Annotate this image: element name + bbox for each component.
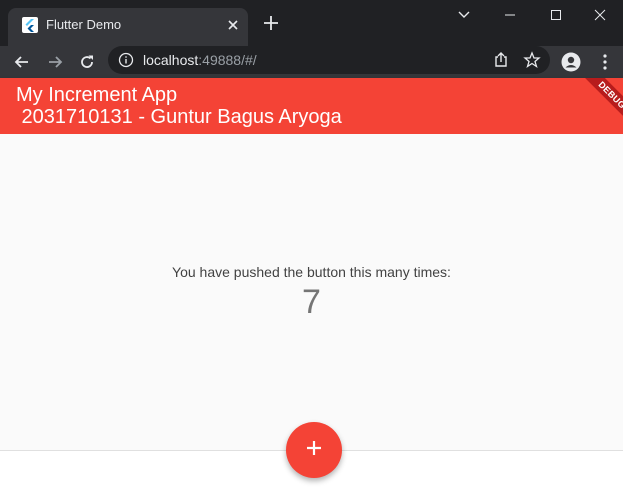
browser-tab[interactable]: Flutter Demo	[8, 8, 248, 46]
counter-value: 7	[302, 283, 321, 321]
close-window-icon[interactable]	[577, 0, 623, 30]
url-path: :49888/#/	[198, 52, 257, 68]
url-text[interactable]: localhost:49888/#/	[143, 51, 257, 69]
address-bar[interactable]: localhost:49888/#/	[108, 46, 550, 74]
browser-tab-strip: Flutter Demo	[0, 0, 623, 46]
new-tab-icon[interactable]	[260, 12, 282, 34]
add-icon	[304, 438, 324, 463]
browser-toolbar: localhost:49888/#/	[0, 46, 623, 78]
maximize-icon[interactable]	[533, 0, 579, 30]
minimize-icon[interactable]	[487, 0, 533, 30]
app-bar: My Increment App 2031710131 - Guntur Bag…	[0, 78, 623, 134]
reload-icon[interactable]	[75, 50, 99, 74]
tab-search-chevron-icon[interactable]	[441, 0, 487, 30]
info-icon[interactable]	[118, 52, 134, 68]
app-title: My Increment App 2031710131 - Guntur Bag…	[16, 84, 342, 128]
close-tab-icon[interactable]	[224, 16, 242, 34]
url-host: localhost	[143, 52, 199, 68]
profile-avatar-icon[interactable]	[559, 50, 583, 74]
back-arrow-icon[interactable]	[10, 50, 34, 74]
more-menu-icon[interactable]	[593, 50, 617, 74]
bookmark-star-icon[interactable]	[523, 51, 541, 69]
debug-banner: DEBUG	[578, 78, 623, 129]
flutter-icon	[22, 17, 38, 33]
tab-title: Flutter Demo	[46, 17, 122, 32]
share-icon[interactable]	[492, 51, 510, 69]
counter-label: You have pushed the button this many tim…	[172, 264, 451, 280]
forward-arrow-icon[interactable]	[43, 50, 67, 74]
increment-button[interactable]	[286, 422, 342, 478]
